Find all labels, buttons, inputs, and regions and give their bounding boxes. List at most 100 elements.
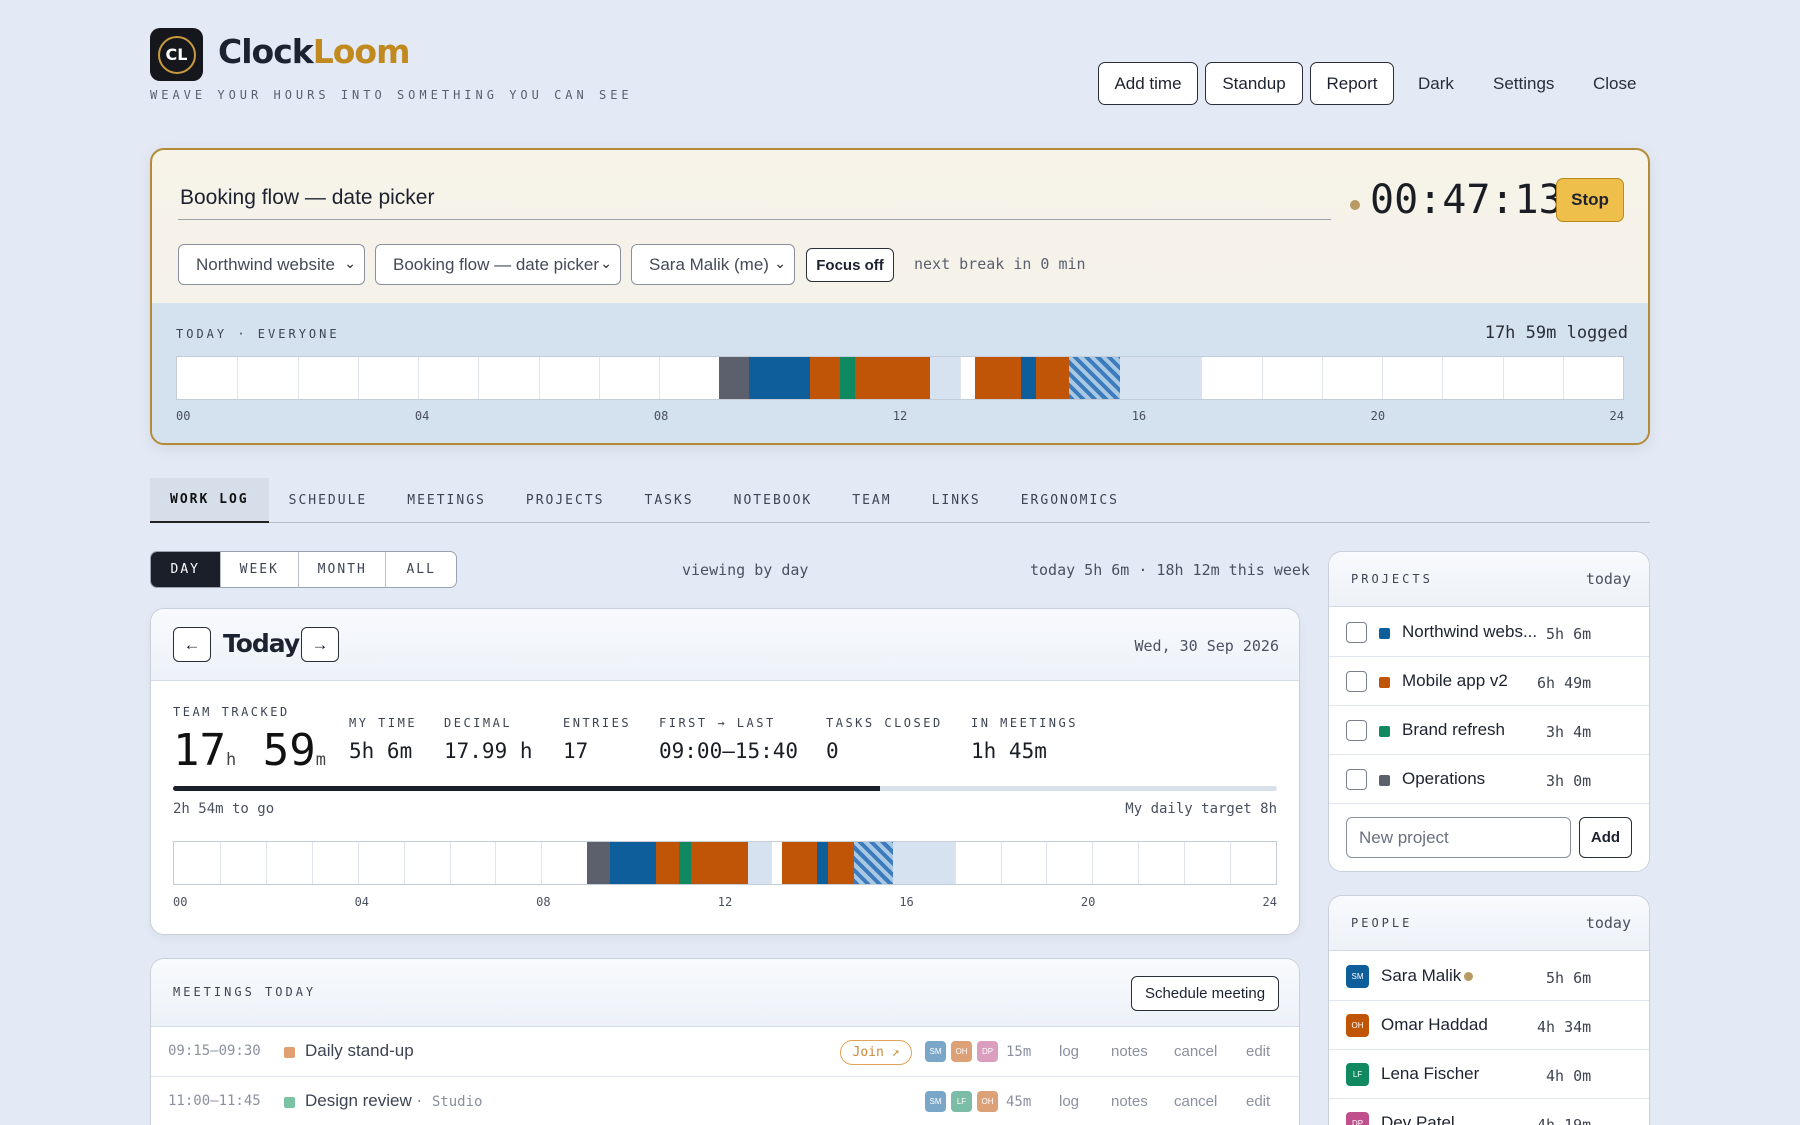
meeting-notes-link[interactable]: notes <box>1111 1093 1148 1110</box>
timeline-segment[interactable] <box>828 842 854 884</box>
tab-work-log[interactable]: WORK LOG <box>150 478 269 523</box>
meeting-cancel-link[interactable]: cancel <box>1174 1093 1217 1110</box>
tab-schedule[interactable]: SCHEDULE <box>289 478 368 523</box>
timeline-segment[interactable] <box>747 842 771 884</box>
standup-button[interactable]: Standup <box>1205 62 1303 105</box>
app-title: ClockLoom <box>218 32 410 71</box>
person-row[interactable]: OH Omar Haddad 4h 34m <box>1329 1001 1649 1050</box>
view-month-button[interactable]: MONTH <box>299 552 387 587</box>
avatar: SM <box>1346 965 1369 988</box>
hour-divider <box>659 357 660 399</box>
day-card-timeline[interactable] <box>173 841 1277 885</box>
project-color-swatch <box>1379 775 1390 786</box>
view-week-button[interactable]: WEEK <box>221 552 300 587</box>
tab-ergonomics[interactable]: ERGONOMICS <box>1021 478 1119 523</box>
focus-toggle[interactable]: Focus off <box>806 248 894 282</box>
tab-links[interactable]: LINKS <box>932 478 981 523</box>
timeline-segment[interactable] <box>1119 357 1202 399</box>
tab-projects[interactable]: PROJECTS <box>526 478 605 523</box>
meetings-header: MEETINGS TODAY Schedule meeting <box>151 959 1299 1027</box>
project-checkbox[interactable] <box>1346 769 1367 790</box>
prev-day-button[interactable]: ← <box>173 627 211 662</box>
meeting-row[interactable]: 09:15–09:30 Daily stand-up Join ↗ SM OH … <box>151 1027 1299 1077</box>
person-select[interactable]: Sara Malik (me) ⌄ <box>631 244 795 285</box>
timeline-segment[interactable] <box>679 842 691 884</box>
team-minutes: 59 <box>262 725 316 776</box>
timeline-segment[interactable] <box>1035 357 1069 399</box>
day-timeline[interactable] <box>176 356 1624 400</box>
timeline-segment[interactable] <box>839 357 855 399</box>
meetings-today-card: MEETINGS TODAY Schedule meeting 09:15–09… <box>150 958 1300 1125</box>
project-row[interactable]: Northwind webs... 5h 6m <box>1329 608 1649 657</box>
person-row[interactable]: SM Sara Malik 5h 6m <box>1329 952 1649 1001</box>
timeline-segment[interactable] <box>610 842 657 884</box>
project-row[interactable]: Mobile app v2 6h 49m <box>1329 657 1649 706</box>
meeting-duration: 15m <box>1006 1044 1032 1060</box>
tab-meetings[interactable]: MEETINGS <box>407 478 486 523</box>
dark-mode-toggle[interactable]: Dark <box>1418 62 1454 105</box>
next-day-button[interactable]: → <box>301 627 339 662</box>
tab-team[interactable]: TEAM <box>852 478 891 523</box>
timeline-segment[interactable] <box>719 357 750 399</box>
timer-description-input[interactable]: Booking flow — date picker <box>178 176 1331 220</box>
logged-total: 17h 59m logged <box>1484 323 1628 343</box>
person-row[interactable]: DP Dev Patel 4h 19m <box>1329 1099 1649 1125</box>
attendee-avatar: LF <box>951 1091 972 1112</box>
timeline-segment[interactable] <box>587 842 611 884</box>
project-hours: 3h 0m <box>1546 772 1592 790</box>
report-button[interactable]: Report <box>1310 62 1394 105</box>
add-project-button[interactable]: Add <box>1579 817 1632 858</box>
timeline-segment[interactable] <box>1068 357 1120 399</box>
view-day-button[interactable]: DAY <box>151 552 221 587</box>
timeline-segment[interactable] <box>656 842 680 884</box>
settings-link[interactable]: Settings <box>1493 62 1554 105</box>
join-meeting-link[interactable]: Join ↗ <box>840 1040 912 1065</box>
meeting-notes-link[interactable]: notes <box>1111 1043 1148 1060</box>
timeline-segment[interactable] <box>809 357 840 399</box>
hour-divider <box>1000 842 1002 884</box>
meeting-cancel-link[interactable]: cancel <box>1174 1043 1217 1060</box>
task-select[interactable]: Booking flow — date picker ⌄ <box>375 244 621 285</box>
add-time-button[interactable]: Add time <box>1098 62 1198 105</box>
project-name: Northwind webs... <box>1402 622 1538 641</box>
timeline-segment[interactable] <box>1020 357 1036 399</box>
tab-notebook[interactable]: NOTEBOOK <box>734 478 813 523</box>
tab-tasks[interactable]: TASKS <box>645 478 694 523</box>
meeting-log-link[interactable]: log <box>1059 1093 1079 1110</box>
project-row[interactable]: Operations 3h 0m <box>1329 755 1649 804</box>
timeline-segment[interactable] <box>690 842 748 884</box>
view-all-button[interactable]: ALL <box>386 552 456 587</box>
project-select[interactable]: Northwind website ⌄ <box>178 244 365 285</box>
timeline-segment[interactable] <box>749 357 810 399</box>
axis-tick: 20 <box>1080 895 1096 909</box>
stop-button[interactable]: Stop <box>1556 178 1624 222</box>
person-name: Lena Fischer <box>1381 1064 1480 1083</box>
new-project-input[interactable]: New project <box>1346 817 1571 858</box>
project-row[interactable]: Brand refresh 3h 4m <box>1329 706 1649 755</box>
person-row[interactable]: LF Lena Fischer 4h 0m <box>1329 1050 1649 1099</box>
meeting-row[interactable]: 11:00–11:45 Design review · Studio SM LF… <box>151 1077 1299 1125</box>
axis-tick: 08 <box>536 895 551 909</box>
hour-divider <box>770 842 772 884</box>
app-logo: CL <box>150 28 203 81</box>
meeting-edit-link[interactable]: edit <box>1246 1093 1270 1110</box>
meeting-log-link[interactable]: log <box>1059 1043 1079 1060</box>
timeline-segment[interactable] <box>975 357 1021 399</box>
team-tracked-label: TEAM TRACKED <box>173 705 290 719</box>
project-checkbox[interactable] <box>1346 720 1367 741</box>
meeting-edit-link[interactable]: edit <box>1246 1043 1270 1060</box>
timeline-segment[interactable] <box>853 842 893 884</box>
project-name: Mobile app v2 <box>1402 671 1508 690</box>
schedule-meeting-button[interactable]: Schedule meeting <box>1131 976 1279 1011</box>
timeline-segment[interactable] <box>892 842 955 884</box>
close-link[interactable]: Close <box>1593 62 1636 105</box>
current-user-dot <box>1464 972 1474 982</box>
project-checkbox[interactable] <box>1346 671 1367 692</box>
timeline-segment[interactable] <box>854 357 931 399</box>
timeline-segment[interactable] <box>930 357 961 399</box>
view-range-selector: DAY WEEK MONTH ALL <box>150 551 457 588</box>
axis-tick: 12 <box>892 409 908 423</box>
timeline-segment[interactable] <box>816 842 829 884</box>
project-checkbox[interactable] <box>1346 622 1367 643</box>
timeline-segment[interactable] <box>782 842 817 884</box>
